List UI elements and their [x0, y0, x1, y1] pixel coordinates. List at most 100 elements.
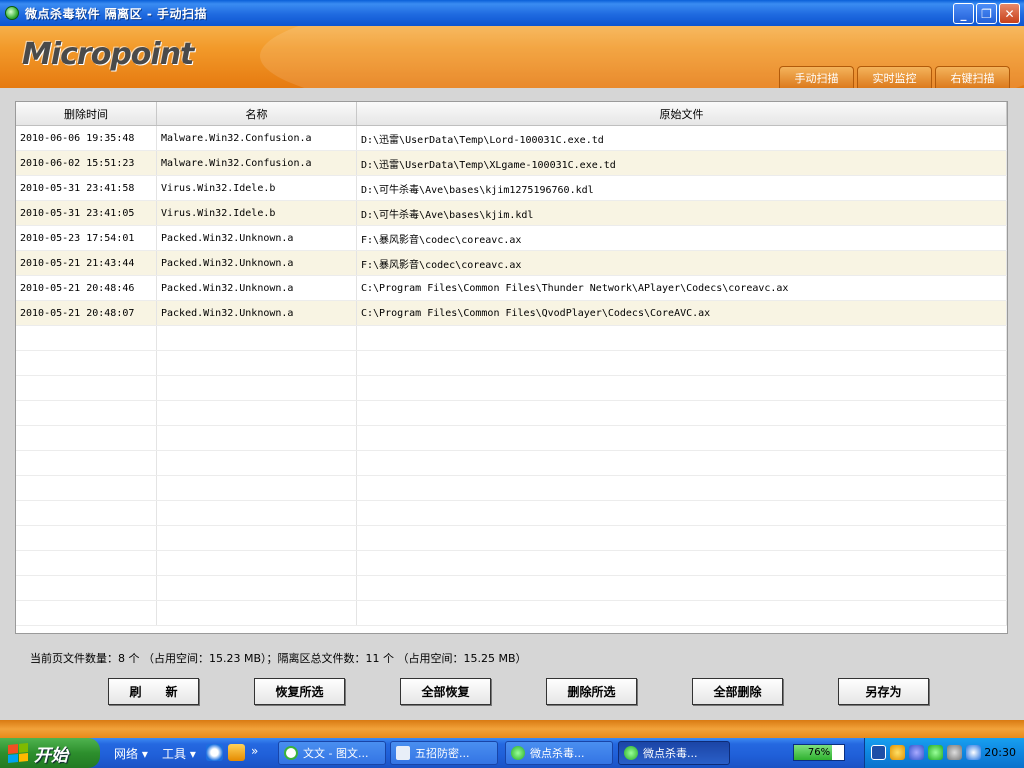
- cell-delete-time: [16, 526, 157, 550]
- footer-strip: [0, 720, 1024, 738]
- table-row[interactable]: 2010-05-31 23:41:58 Virus.Win32.Idele.b D:…: [16, 176, 1007, 201]
- table-row[interactable]: 2010-05-21 20:48:46 Packed.Win32.Unknown.…: [16, 276, 1007, 301]
- tools-menu[interactable]: 工具 ▾: [162, 745, 196, 762]
- cell-original-file: [357, 351, 1007, 375]
- back-arrow-icon[interactable]: [871, 745, 886, 760]
- table-body: 2010-06-06 19:35:48 Malware.Win32.Confusi…: [16, 126, 1007, 626]
- cell-name: Malware.Win32.Confusion.a: [157, 126, 357, 150]
- cell-original-file: [357, 326, 1007, 350]
- table-row[interactable]: 2010-06-02 15:51:23 Malware.Win32.Confusi…: [16, 151, 1007, 176]
- tray-app-icon[interactable]: [890, 745, 905, 760]
- cell-delete-time: [16, 326, 157, 350]
- save-as-button[interactable]: 另存为: [838, 678, 929, 705]
- minimize-button[interactable]: _: [953, 3, 974, 24]
- network-status-icon[interactable]: [909, 745, 924, 760]
- cell-delete-time: 2010-05-31 23:41:05: [16, 201, 157, 225]
- table-row[interactable]: 2010-05-21 21:43:44 Packed.Win32.Unknown.…: [16, 251, 1007, 276]
- start-label: 开始: [34, 745, 68, 766]
- summary-text: 当前页文件数量：8 个 （占用空间：15.23 MB）；隔离区总文件数：11 个…: [30, 652, 527, 665]
- quarantine-panel: 删除时间 名称 原始文件 2010-06-06 19:35:48 Malware.…: [0, 88, 1024, 720]
- table-row[interactable]: 2010-05-21 20:48:07 Packed.Win32.Unknown.…: [16, 301, 1007, 326]
- table-row[interactable]: 2010-06-06 19:35:48 Malware.Win32.Confusi…: [16, 126, 1007, 151]
- window-controls: _ ❐ ✕: [953, 3, 1020, 24]
- document-icon: [284, 746, 298, 760]
- ime-icon[interactable]: [966, 745, 981, 760]
- empty-row: [16, 351, 1007, 376]
- folder-icon[interactable]: [228, 744, 245, 761]
- cell-name: Virus.Win32.Idele.b: [157, 176, 357, 200]
- column-header-original-file[interactable]: 原始文件: [357, 102, 1007, 125]
- restore-all-button[interactable]: 全部恢复: [400, 678, 491, 705]
- restore-selected-button[interactable]: 恢复所选: [254, 678, 345, 705]
- close-button[interactable]: ✕: [999, 3, 1020, 24]
- taskbar-item-micropoint-2[interactable]: 微点杀毒...: [618, 741, 730, 765]
- ie-icon[interactable]: [206, 744, 223, 761]
- cell-original-file: [357, 376, 1007, 400]
- clock: 20:30: [984, 746, 1016, 759]
- system-tray: 20:30: [864, 738, 1024, 768]
- delete-all-button[interactable]: 全部删除: [692, 678, 783, 705]
- more-chevron-icon[interactable]: »: [251, 744, 258, 758]
- tab-manual-scan[interactable]: 手动扫描: [779, 66, 854, 88]
- cell-delete-time: 2010-05-21 21:43:44: [16, 251, 157, 275]
- cell-name: Packed.Win32.Unknown.a: [157, 301, 357, 325]
- cell-name: [157, 326, 357, 350]
- cell-name: Packed.Win32.Unknown.a: [157, 276, 357, 300]
- empty-row: [16, 451, 1007, 476]
- taskbar-item-article[interactable]: 五招防密...: [390, 741, 498, 765]
- cell-delete-time: 2010-05-23 17:54:01: [16, 226, 157, 250]
- cell-delete-time: 2010-05-21 20:48:46: [16, 276, 157, 300]
- cpu-usage-label: 76%: [807, 747, 831, 758]
- tab-context-scan[interactable]: 右键扫描: [935, 66, 1010, 88]
- empty-row: [16, 476, 1007, 501]
- column-header-name[interactable]: 名称: [157, 102, 357, 125]
- cell-name: [157, 376, 357, 400]
- cell-original-file: D:\迅雷\UserData\Temp\XLgame-100031C.exe.t…: [357, 151, 1007, 175]
- restore-button[interactable]: ❐: [976, 3, 997, 24]
- empty-row: [16, 426, 1007, 451]
- column-header-delete-time[interactable]: 删除时间: [16, 102, 157, 125]
- cell-original-file: D:\可牛杀毒\Ave\bases\kjim1275196760.kdl: [357, 176, 1007, 200]
- network-menu[interactable]: 网络 ▾: [114, 745, 148, 762]
- taskbar-item-document[interactable]: 文文 - 图文...: [278, 741, 386, 765]
- micropoint-icon: [511, 746, 525, 760]
- cell-original-file: C:\Program Files\Common Files\Thunder Ne…: [357, 276, 1007, 300]
- volume-icon[interactable]: [947, 745, 962, 760]
- cell-name: Packed.Win32.Unknown.a: [157, 226, 357, 250]
- cell-original-file: [357, 451, 1007, 475]
- quarantine-table: 删除时间 名称 原始文件 2010-06-06 19:35:48 Malware.…: [15, 101, 1008, 634]
- table-header: 删除时间 名称 原始文件: [16, 102, 1007, 126]
- empty-row: [16, 501, 1007, 526]
- antivirus-tray-icon[interactable]: [928, 745, 943, 760]
- micropoint-icon: [624, 746, 638, 760]
- empty-row: [16, 376, 1007, 401]
- cell-name: [157, 601, 357, 625]
- empty-row: [16, 326, 1007, 351]
- cell-delete-time: [16, 351, 157, 375]
- delete-selected-button[interactable]: 删除所选: [546, 678, 637, 705]
- mode-tabs: 手动扫描 实时监控 右键扫描: [779, 66, 1010, 88]
- start-button[interactable]: 开始: [0, 738, 100, 768]
- cell-delete-time: 2010-06-06 19:35:48: [16, 126, 157, 150]
- cell-name: [157, 401, 357, 425]
- cell-original-file: [357, 551, 1007, 575]
- cell-original-file: [357, 501, 1007, 525]
- cell-delete-time: [16, 501, 157, 525]
- cell-original-file: [357, 601, 1007, 625]
- app-icon: [5, 6, 19, 20]
- cell-original-file: F:\暴风影音\codec\coreavc.ax: [357, 226, 1007, 250]
- windows-flag-icon: [8, 742, 28, 764]
- table-row[interactable]: 2010-05-23 17:54:01 Packed.Win32.Unknown.…: [16, 226, 1007, 251]
- taskbar-item-micropoint-1[interactable]: 微点杀毒...: [505, 741, 613, 765]
- cell-delete-time: [16, 576, 157, 600]
- refresh-button[interactable]: 刷 新: [108, 678, 199, 705]
- cell-name: [157, 526, 357, 550]
- cell-original-file: [357, 401, 1007, 425]
- cell-name: [157, 476, 357, 500]
- cell-name: [157, 351, 357, 375]
- tab-realtime-monitor[interactable]: 实时监控: [857, 66, 932, 88]
- cell-delete-time: 2010-06-02 15:51:23: [16, 151, 157, 175]
- table-row[interactable]: 2010-05-31 23:41:05 Virus.Win32.Idele.b D:…: [16, 201, 1007, 226]
- cell-name: Malware.Win32.Confusion.a: [157, 151, 357, 175]
- cell-delete-time: [16, 551, 157, 575]
